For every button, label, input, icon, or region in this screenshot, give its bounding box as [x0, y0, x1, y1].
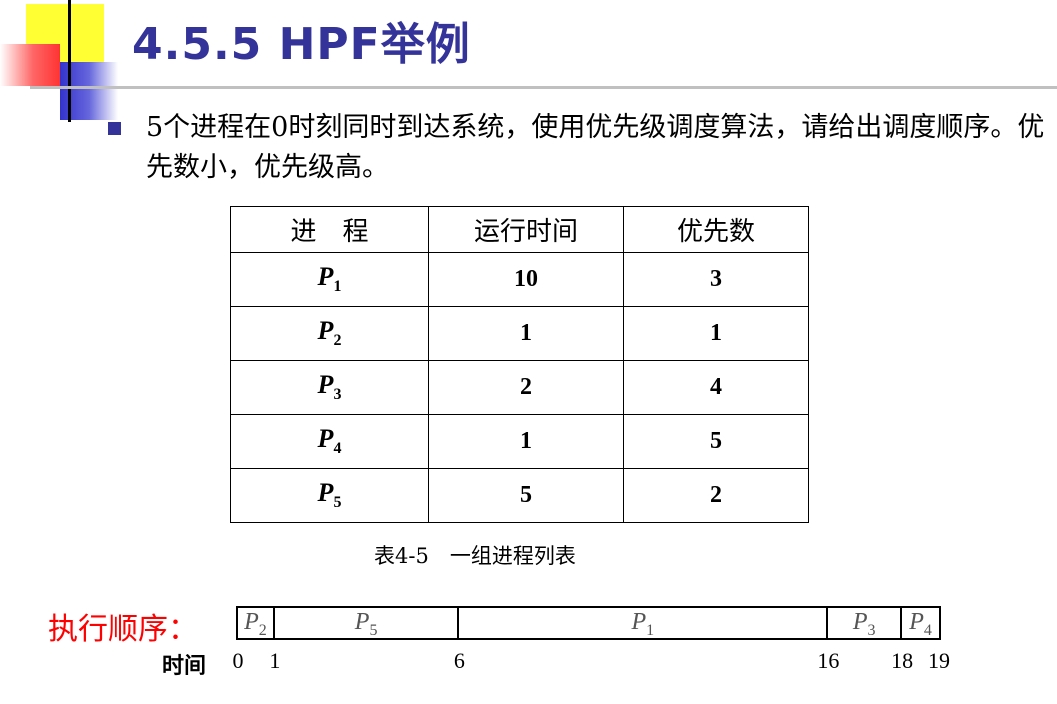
run-time-cell: 1	[428, 306, 624, 361]
column-header-priority: 优先数	[623, 206, 809, 253]
gantt-segment: P2	[238, 608, 275, 639]
table-row: P4 1 5	[230, 414, 809, 469]
gantt-segment: P3	[828, 608, 903, 639]
process-name-cell: P2	[230, 306, 429, 361]
run-time-cell: 10	[428, 252, 624, 307]
time-tick-label: 1	[269, 648, 281, 673]
priority-cell: 2	[623, 468, 809, 523]
square-bullet-icon	[108, 122, 121, 135]
process-name-cell: P3	[230, 360, 429, 415]
title-divider	[30, 86, 1057, 89]
process-name-cell: P4	[230, 414, 429, 469]
table-row: P2 1 1	[230, 306, 809, 361]
gantt-chart: P2 P5 P1 P3 P4	[236, 606, 941, 640]
gantt-segment: P1	[459, 608, 829, 639]
time-tick-label: 0	[232, 648, 244, 673]
table-row: P3 2 4	[230, 360, 809, 415]
column-header-process: 进 程	[230, 206, 429, 253]
priority-cell: 3	[623, 252, 809, 307]
time-tick-label: 19	[928, 648, 950, 673]
execution-order-label: 执行顺序：	[48, 612, 198, 647]
process-name-cell: P1	[230, 252, 429, 307]
priority-cell: 5	[623, 414, 809, 469]
table-row: P1 10 3	[230, 252, 809, 307]
gantt-segment: P4	[909, 609, 932, 639]
run-time-cell: 1	[428, 414, 624, 469]
decor-vertical-line	[68, 0, 71, 122]
time-tick-label: 16	[817, 648, 840, 673]
process-name-cell: P5	[230, 468, 429, 523]
run-time-cell: 5	[428, 468, 624, 523]
priority-cell: 1	[623, 306, 809, 361]
table-header-row: 进 程 运行时间 优先数	[230, 206, 809, 253]
slide-title: 4.5.5 HPF举例	[132, 19, 471, 70]
time-axis-label: 时间	[162, 653, 207, 679]
time-tick-label: 18	[891, 648, 914, 673]
table-row: P5 5 2	[230, 468, 809, 523]
decor-red-block	[0, 44, 60, 86]
bullet-text: 5个进程在0时刻同时到达系统，使用优先级调度算法，请给出调度顺序。优先数小，优先…	[146, 112, 1045, 183]
process-table: 进 程 运行时间 优先数 P1 10 3 P2 1 1 P3 2 4 P4 1 …	[230, 206, 809, 523]
time-tick-label: 6	[453, 648, 465, 673]
gantt-segment: P5	[275, 608, 460, 639]
run-time-cell: 2	[428, 360, 624, 415]
priority-cell: 4	[623, 360, 809, 415]
column-header-run-time: 运行时间	[428, 206, 624, 253]
table-caption: 表4-5 一组进程列表	[374, 544, 576, 568]
